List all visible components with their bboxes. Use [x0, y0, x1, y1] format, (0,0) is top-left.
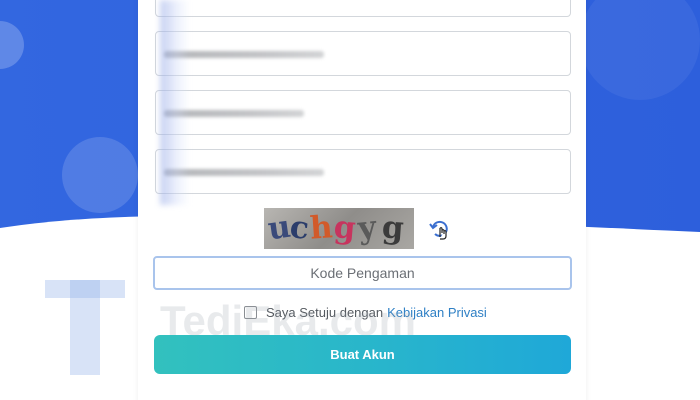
captcha-char: c — [288, 209, 311, 247]
captcha-char: g — [332, 209, 358, 247]
blur-overlay — [160, 0, 190, 205]
blurred-field-4[interactable] — [155, 149, 571, 194]
agree-checkbox[interactable] — [244, 305, 257, 319]
captcha-char: g — [380, 209, 405, 247]
refresh-icon[interactable] — [429, 218, 451, 240]
agreement-row: Saya Setuju dengan Kebijakan Privasi — [244, 303, 487, 321]
captcha-char: h — [308, 209, 334, 247]
captcha-image: u c h g y g — [264, 208, 414, 249]
agreement-text: Saya Setuju dengan — [266, 304, 384, 320]
privacy-policy-link[interactable]: Kebijakan Privasi — [387, 305, 487, 320]
captcha-char: y — [356, 209, 378, 247]
blurred-field-1[interactable] — [155, 0, 571, 17]
blurred-field-2[interactable] — [155, 31, 571, 76]
security-code-input[interactable] — [153, 256, 572, 290]
create-account-button[interactable]: Buat Akun — [154, 335, 571, 374]
blurred-field-3[interactable] — [155, 90, 571, 135]
